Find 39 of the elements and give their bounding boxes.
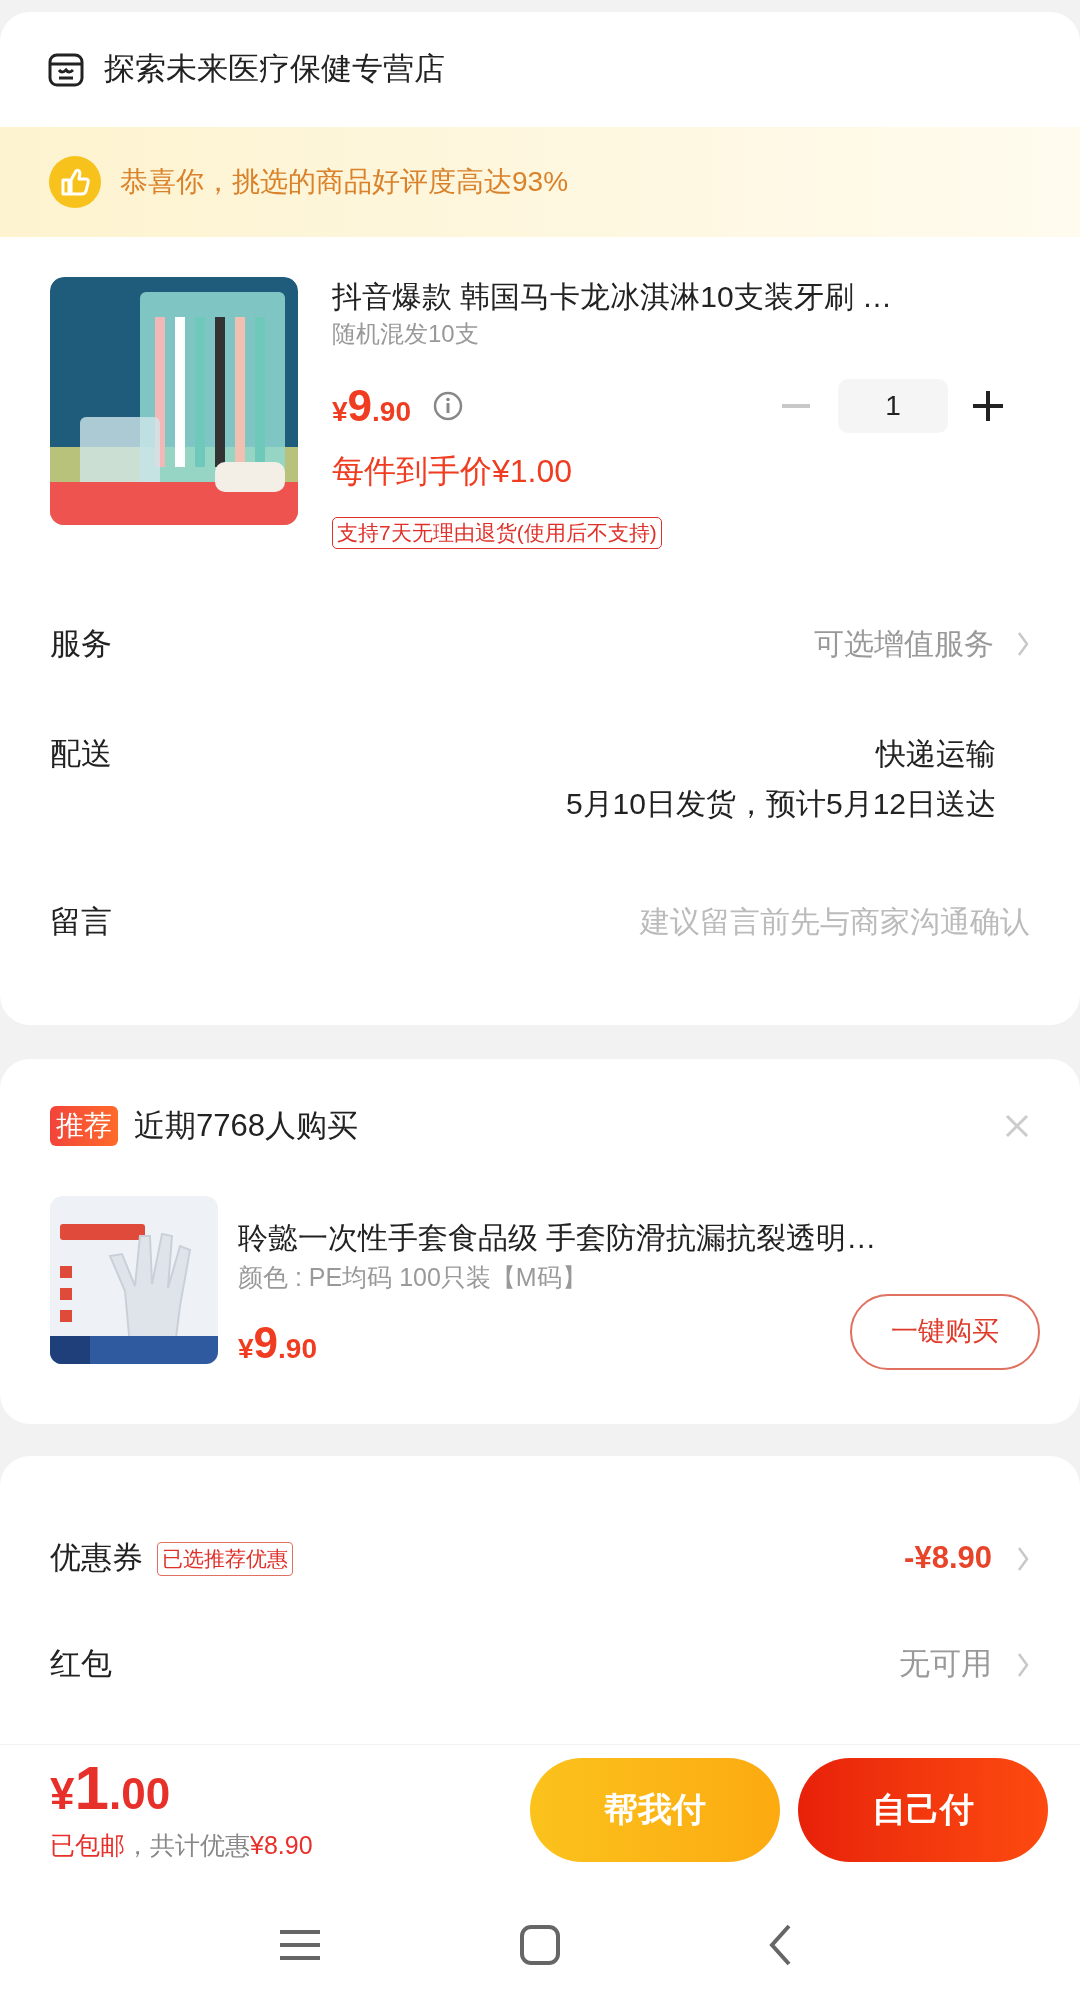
menu-icon: [280, 1929, 320, 1960]
info-icon: [433, 391, 463, 421]
product-title[interactable]: 抖音爆款 韩国马卡龙冰淇淋10支装牙刷 …: [332, 277, 1030, 317]
shipping-savings-note: 已包邮，共计优惠¥8.90: [50, 1829, 313, 1861]
service-value[interactable]: 可选增值服务: [814, 619, 994, 669]
store-name[interactable]: 探索未来医疗保健专营店: [104, 46, 445, 93]
plus-icon: [973, 391, 1003, 421]
banner-text: 恭喜你，挑选的商品好评度高达93%: [120, 165, 569, 199]
total-price: ¥1.00: [50, 1754, 172, 1824]
product-price: ¥9.90: [238, 1316, 317, 1369]
buy-now-button[interactable]: 一键购买: [850, 1293, 1040, 1370]
final-price: 每件到手价¥1.00: [332, 452, 574, 491]
quantity-field[interactable]: 1: [838, 379, 948, 433]
minus-icon: [782, 404, 810, 408]
row-label: 优惠券: [50, 1539, 143, 1578]
chevron-icon: [1016, 630, 1030, 658]
product-price: ¥9.90: [332, 380, 411, 432]
discount-value[interactable]: -¥8.90: [904, 1535, 992, 1582]
delivery-method: 快递运输: [876, 736, 996, 772]
square-icon: [520, 1924, 560, 1965]
row-label: 配送: [50, 735, 112, 773]
product-spec: 颜色 : PE均码 100只装【M码】: [238, 1261, 588, 1293]
row-label: 服务: [50, 625, 112, 663]
recommended-discount-tag: 已选推荐优惠: [157, 1541, 293, 1576]
product-title[interactable]: 聆懿一次性手套食品级 手套防滑抗漏抗裂透明…: [238, 1215, 1030, 1260]
close-icon: [1005, 1114, 1029, 1139]
store-icon: [48, 52, 84, 87]
product-spec: 随机混发10支: [332, 319, 480, 349]
delivery-estimate: 5月10日发货，预计5月12日送达: [565, 786, 996, 822]
discount-value[interactable]: 无可用: [899, 1641, 992, 1688]
row-label: 留言: [50, 903, 112, 941]
pay-button[interactable]: 自己付: [798, 1757, 1048, 1862]
recommend-title: 近期7768人购买: [134, 1107, 358, 1145]
recommend-badge: 推荐: [50, 1106, 118, 1147]
row-label: 红包: [50, 1645, 112, 1684]
message-field[interactable]: 建议留言前先与商家沟通确认: [112, 897, 1030, 947]
thumbs-up-icon: [48, 155, 102, 209]
return-policy-tag: 支持7天无理由退货(使用后不支持): [332, 517, 662, 549]
back-icon: [768, 1923, 792, 1966]
